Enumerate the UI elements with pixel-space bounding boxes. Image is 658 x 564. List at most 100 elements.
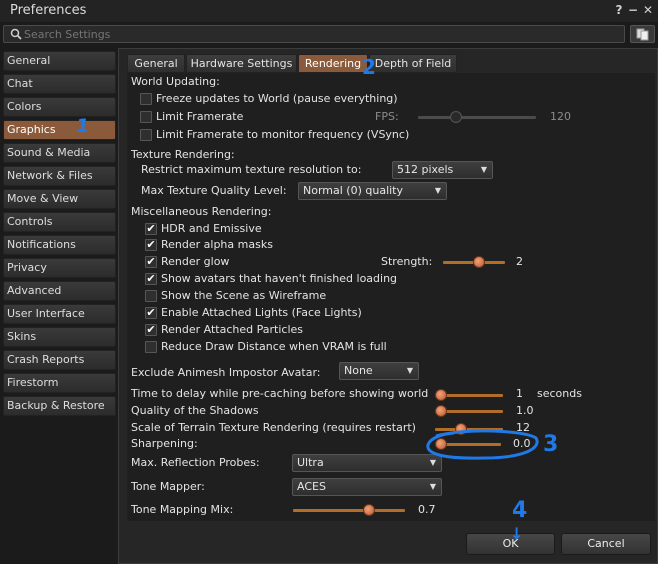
render-glow-checkbox[interactable]: ✔: [145, 256, 157, 268]
max-texture-quality-label: Max Texture Quality Level:: [141, 184, 287, 197]
shadow-quality-slider[interactable]: [435, 405, 503, 417]
animesh-impostor-label: Exclude Animesh Impostor Avatar:: [131, 366, 321, 379]
sidebar-item-backup-restore[interactable]: Backup & Restore: [3, 396, 116, 416]
attached-lights-label: Enable Attached Lights (Face Lights): [161, 306, 362, 319]
attached-lights-checkbox[interactable]: ✔: [145, 307, 157, 319]
restrict-texture-combo[interactable]: 512 pixels ▼: [392, 161, 493, 179]
precache-delay-value: 1: [516, 387, 523, 400]
wireframe-label: Show the Scene as Wireframe: [161, 289, 327, 302]
max-texture-quality-value: Normal (0) quality: [303, 184, 404, 197]
tone-mapper-label: Tone Mapper:: [131, 480, 205, 493]
tone-mapping-mix-value: 0.7: [418, 503, 436, 516]
annotation-number-1: 1: [76, 115, 90, 137]
precache-delay-label: Time to delay while pre-caching before s…: [131, 387, 429, 400]
sidebar-item-move-view[interactable]: Move & View: [3, 189, 116, 209]
chevron-down-icon: ▼: [429, 482, 436, 491]
precache-delay-thumb[interactable]: [435, 389, 447, 401]
texture-rendering-heading: Texture Rendering:: [131, 148, 235, 161]
sidebar-item-notifications[interactable]: Notifications: [3, 235, 116, 255]
fps-label: FPS:: [375, 110, 399, 123]
sidebar-item-controls[interactable]: Controls: [3, 212, 116, 232]
tab-hardware-settings[interactable]: Hardware Settings: [186, 54, 297, 73]
sidebar-item-general[interactable]: General: [3, 51, 116, 71]
precache-delay-slider[interactable]: [435, 389, 503, 401]
fps-value: 120: [550, 110, 571, 123]
unfinished-avatars-label: Show avatars that haven't finished loadi…: [161, 272, 398, 285]
annotation-number-4: 4: [512, 498, 528, 523]
hdr-checkbox[interactable]: ✔: [145, 223, 157, 235]
fps-slider[interactable]: [418, 111, 536, 123]
limit-framerate-label: Limit Framerate: [156, 110, 244, 123]
freeze-updates-checkbox[interactable]: [140, 93, 152, 105]
sidebar-item-graphics[interactable]: Graphics: [3, 120, 116, 140]
tab-general[interactable]: General: [127, 54, 185, 73]
tone-mapper-value: ACES: [297, 480, 326, 493]
reduce-draw-distance-checkbox[interactable]: [145, 341, 157, 353]
tab-depth-of-field[interactable]: Depth of Field: [369, 54, 457, 73]
sidebar-item-advanced[interactable]: Advanced: [3, 281, 116, 301]
sidebar-item-colors[interactable]: Colors: [3, 97, 116, 117]
annotation-number-3: 3: [543, 432, 559, 457]
tone-mapper-combo[interactable]: ACES ▼: [292, 478, 442, 496]
tab-rendering[interactable]: Rendering: [298, 54, 368, 73]
glow-strength-value: 2: [516, 255, 523, 268]
shadow-quality-thumb[interactable]: [435, 405, 447, 417]
shadow-quality-label: Quality of the Shadows: [131, 404, 259, 417]
reflection-probes-label: Max. Reflection Probes:: [131, 456, 260, 469]
tone-mapping-mix-thumb[interactable]: [363, 504, 375, 516]
search-input[interactable]: [24, 26, 584, 42]
annotation-highlight-ellipse: [426, 429, 539, 460]
precache-delay-unit: seconds: [537, 387, 582, 400]
sidebar-item-crash-reports[interactable]: Crash Reports: [3, 350, 116, 370]
fps-slider-thumb[interactable]: [449, 111, 462, 123]
sidebar-item-privacy[interactable]: Privacy: [3, 258, 116, 278]
chevron-down-icon: ▼: [406, 366, 413, 375]
minimize-button[interactable]: −: [626, 3, 640, 17]
misc-rendering-heading: Miscellaneous Rendering:: [131, 205, 272, 218]
alpha-masks-checkbox[interactable]: ✔: [145, 239, 157, 251]
sidebar-item-user-interface[interactable]: User Interface: [3, 304, 116, 324]
sidebar-item-firestorm[interactable]: Firestorm: [3, 373, 116, 393]
search-box[interactable]: [3, 25, 625, 43]
title-bar: [0, 0, 658, 22]
shadow-quality-value: 1.0: [516, 404, 534, 417]
tone-mapping-mix-slider[interactable]: [293, 504, 405, 516]
glow-strength-slider[interactable]: [443, 256, 505, 268]
sidebar-item-chat[interactable]: Chat: [3, 74, 116, 94]
restrict-texture-value: 512 pixels: [397, 163, 454, 176]
terrain-scale-label: Scale of Terrain Texture Rendering (requ…: [131, 421, 416, 434]
sidebar-item-skins[interactable]: Skins: [3, 327, 116, 347]
search-icon: [10, 28, 22, 40]
annotation-arrow-down: ↓: [510, 524, 524, 543]
render-glow-label: Render glow: [161, 255, 230, 268]
vsync-checkbox[interactable]: [140, 129, 152, 141]
strength-label: Strength:: [381, 255, 433, 268]
hdr-label: HDR and Emissive: [161, 222, 262, 235]
unfinished-avatars-checkbox[interactable]: ✔: [145, 273, 157, 285]
chevron-down-icon: ▼: [434, 186, 441, 195]
copy-button[interactable]: [630, 25, 655, 43]
glow-strength-thumb[interactable]: [473, 256, 485, 268]
sidebar-item-network-files[interactable]: Network & Files: [3, 166, 116, 186]
help-button[interactable]: ?: [612, 3, 626, 17]
sharpening-label: Sharpening:: [131, 437, 198, 450]
close-button[interactable]: ✕: [641, 3, 655, 17]
freeze-updates-label: Freeze updates to World (pause everythin…: [156, 92, 398, 105]
reflection-probes-combo[interactable]: Ultra ▼: [292, 454, 442, 472]
sidebar-item-sound-media[interactable]: Sound & Media: [3, 143, 116, 163]
animesh-impostor-combo[interactable]: None ▼: [339, 362, 419, 380]
chevron-down-icon: ▼: [480, 165, 487, 174]
reduce-draw-distance-label: Reduce Draw Distance when VRAM is full: [161, 340, 387, 353]
limit-framerate-checkbox[interactable]: [140, 111, 152, 123]
world-updating-heading: World Updating:: [131, 75, 220, 88]
window-title: Preferences: [10, 3, 87, 18]
copy-icon: [636, 28, 649, 41]
animesh-impostor-value: None: [344, 364, 373, 377]
max-texture-quality-combo[interactable]: Normal (0) quality ▼: [298, 182, 447, 200]
cancel-button[interactable]: Cancel: [561, 533, 651, 555]
tone-mapping-mix-label: Tone Mapping Mix:: [131, 503, 234, 516]
attached-particles-checkbox[interactable]: ✔: [145, 324, 157, 336]
alpha-masks-label: Render alpha masks: [161, 238, 273, 251]
reflection-probes-value: Ultra: [297, 456, 324, 469]
wireframe-checkbox[interactable]: [145, 290, 157, 302]
